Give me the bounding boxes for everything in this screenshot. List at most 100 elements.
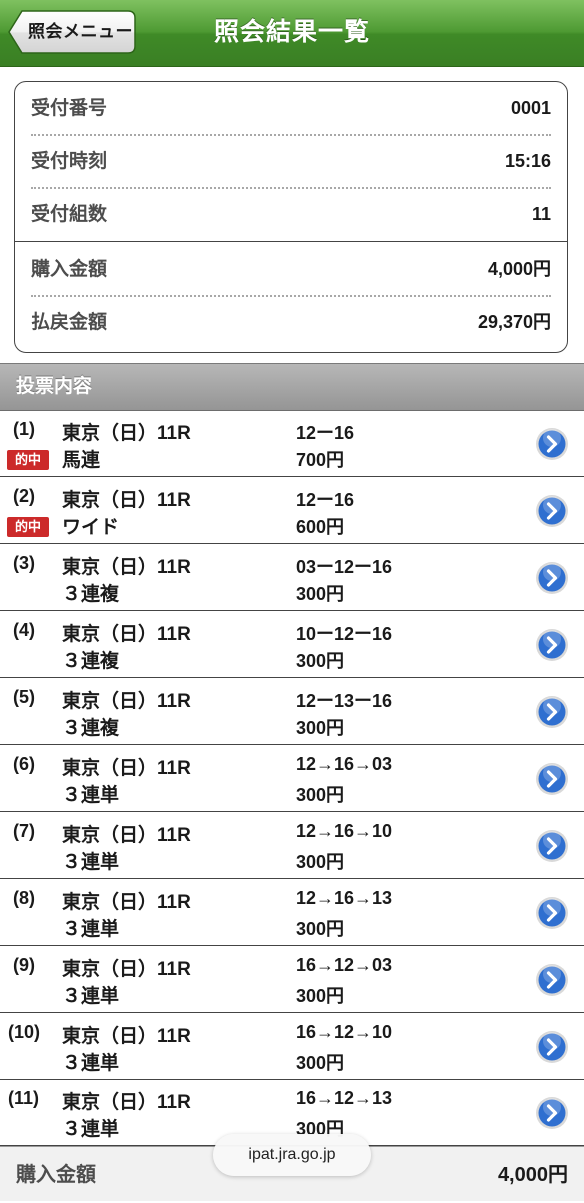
bet-type: ３連複 — [62, 584, 120, 605]
bet-combination: 10ー12ー16 — [296, 624, 393, 644]
bet-row[interactable]: (3) 東京（日）11R ３連複 03ー12ー16 300円 — [0, 545, 584, 611]
chevron-right-circle-icon[interactable] — [535, 494, 569, 528]
bet-race: 東京（日）11R — [62, 624, 191, 645]
back-button-label: 照会メニュー — [28, 22, 133, 41]
bet-amount: 600円 — [296, 517, 345, 537]
bet-type: ３連単 — [62, 852, 120, 873]
footer-label: 購入金額 — [16, 1164, 96, 1186]
bet-row[interactable]: (5) 東京（日）11R ３連複 12ー13ー16 300円 — [0, 679, 584, 745]
app-header: 照会メニュー 照会結果一覧 — [0, 0, 584, 67]
bet-combination: 12→16→13 — [296, 888, 393, 908]
section-header: 投票内容 — [0, 363, 584, 411]
bet-number: (6) — [13, 754, 35, 774]
chevron-right-circle-icon[interactable] — [535, 628, 569, 662]
section-title: 投票内容 — [16, 376, 93, 397]
bet-amount: 700円 — [296, 450, 345, 470]
hit-badge: 的中 — [7, 450, 49, 470]
bet-race: 東京（日）11R — [62, 490, 191, 511]
bet-amount: 300円 — [296, 785, 345, 805]
bet-race: 東京（日）11R — [62, 959, 191, 980]
chevron-right-circle-icon[interactable] — [535, 896, 569, 930]
chevron-right-circle-icon[interactable] — [535, 1096, 569, 1130]
bet-number: (1) — [13, 419, 35, 439]
bet-race: 東京（日）11R — [62, 758, 191, 779]
bet-race: 東京（日）11R — [62, 892, 191, 913]
bet-amount: 300円 — [296, 651, 345, 671]
bet-combination: 16→12→13 — [296, 1088, 393, 1108]
bet-number: (4) — [13, 620, 35, 640]
bet-number: (11) — [8, 1088, 40, 1108]
summary-label: 受付組数 — [31, 204, 108, 225]
summary-label: 受付番号 — [31, 98, 108, 119]
bet-combination: 16→12→03 — [296, 955, 393, 975]
bet-type: ３連単 — [62, 785, 120, 806]
bet-number: (8) — [13, 888, 35, 908]
summary-row-receipt-number: 受付番号 0001 — [31, 82, 551, 135]
summary-value: 4,000円 — [487, 259, 551, 279]
hit-badge: 的中 — [7, 517, 49, 537]
summary-value: 29,370円 — [477, 312, 551, 332]
back-button[interactable]: 照会メニュー — [8, 10, 136, 54]
bet-row[interactable]: (8) 東京（日）11R ３連単 12→16→13 300円 — [0, 880, 584, 946]
bet-row[interactable]: (6) 東京（日）11R ３連単 12→16→03 300円 — [0, 746, 584, 812]
bet-combination: 12ー13ー16 — [296, 691, 393, 711]
bet-type: ３連単 — [62, 986, 120, 1007]
bet-row[interactable]: (2) 東京（日）11R 的中 ワイド 12ー16 600円 — [0, 478, 584, 544]
bet-amount: 300円 — [296, 1053, 345, 1073]
bet-type: ３連単 — [62, 919, 120, 940]
summary-label: 受付時刻 — [31, 151, 108, 172]
chevron-right-circle-icon[interactable] — [535, 762, 569, 796]
bet-number: (2) — [13, 486, 35, 506]
bet-combination: 12ー16 — [296, 423, 355, 443]
bet-amount: 300円 — [296, 919, 345, 939]
footer-value: 4,000円 — [497, 1164, 568, 1186]
chevron-right-circle-icon[interactable] — [535, 963, 569, 997]
summary-value: 11 — [531, 204, 551, 224]
bet-type: ワイド — [62, 517, 120, 538]
bet-row[interactable]: (9) 東京（日）11R ３連単 16→12→03 300円 — [0, 947, 584, 1013]
summary-value: 0001 — [510, 98, 551, 118]
bet-number: (7) — [13, 821, 35, 841]
bet-combination: 12→16→03 — [296, 754, 393, 774]
bet-amount: 300円 — [296, 584, 345, 604]
chevron-right-circle-icon[interactable] — [535, 829, 569, 863]
chevron-right-circle-icon[interactable] — [535, 561, 569, 595]
bet-number: (5) — [13, 687, 35, 707]
bet-type: ３連単 — [62, 1119, 120, 1140]
bet-number: (9) — [13, 955, 35, 975]
bet-number: (10) — [8, 1022, 41, 1042]
bet-number: (3) — [13, 553, 35, 573]
bet-type: ３連複 — [62, 718, 120, 739]
summary-row-purchase-amount: 購入金額 4,000円 — [31, 243, 551, 296]
browser-url-bar[interactable]: ipat.jra.go.jp — [213, 1134, 371, 1176]
bet-combination: 03ー12ー16 — [296, 557, 393, 577]
bet-row[interactable]: (4) 東京（日）11R ３連複 10ー12ー16 300円 — [0, 612, 584, 678]
page-title: 照会結果一覧 — [213, 18, 370, 46]
bet-amount: 300円 — [296, 852, 345, 872]
summary-label: 購入金額 — [31, 259, 108, 280]
summary-row-payout-amount: 払戻金額 29,370円 — [31, 296, 551, 349]
bet-type: 馬連 — [62, 450, 101, 471]
bet-combination: 12→16→10 — [296, 821, 393, 841]
chevron-right-circle-icon[interactable] — [535, 427, 569, 461]
bet-race: 東京（日）11R — [62, 1026, 191, 1047]
bet-amount: 300円 — [296, 986, 345, 1006]
chevron-right-circle-icon[interactable] — [535, 695, 569, 729]
summary-value: 15:16 — [504, 151, 551, 171]
bet-row[interactable]: (7) 東京（日）11R ３連単 12→16→10 300円 — [0, 813, 584, 879]
bet-race: 東京（日）11R — [62, 1092, 191, 1113]
bet-race: 東京（日）11R — [62, 423, 191, 444]
bet-race: 東京（日）11R — [62, 691, 191, 712]
summary-row-set-count: 受付組数 11 — [31, 188, 551, 241]
bet-race: 東京（日）11R — [62, 825, 191, 846]
bet-combination: 16→12→10 — [296, 1022, 393, 1042]
bet-type: ３連単 — [62, 1053, 120, 1074]
summary-row-receipt-time: 受付時刻 15:16 — [31, 135, 551, 188]
bet-amount: 300円 — [296, 718, 345, 738]
chevron-right-circle-icon[interactable] — [535, 1030, 569, 1064]
bet-row[interactable]: (1) 東京（日）11R 的中 馬連 12ー16 700円 — [0, 411, 584, 477]
bet-type: ３連複 — [62, 651, 120, 672]
summary-box: 受付番号 0001 受付時刻 15:16 受付組数 11 購入金額 4,000円… — [14, 81, 568, 353]
bet-race: 東京（日）11R — [62, 557, 191, 578]
bet-row[interactable]: (10) 東京（日）11R ３連単 16→12→10 300円 — [0, 1014, 584, 1080]
